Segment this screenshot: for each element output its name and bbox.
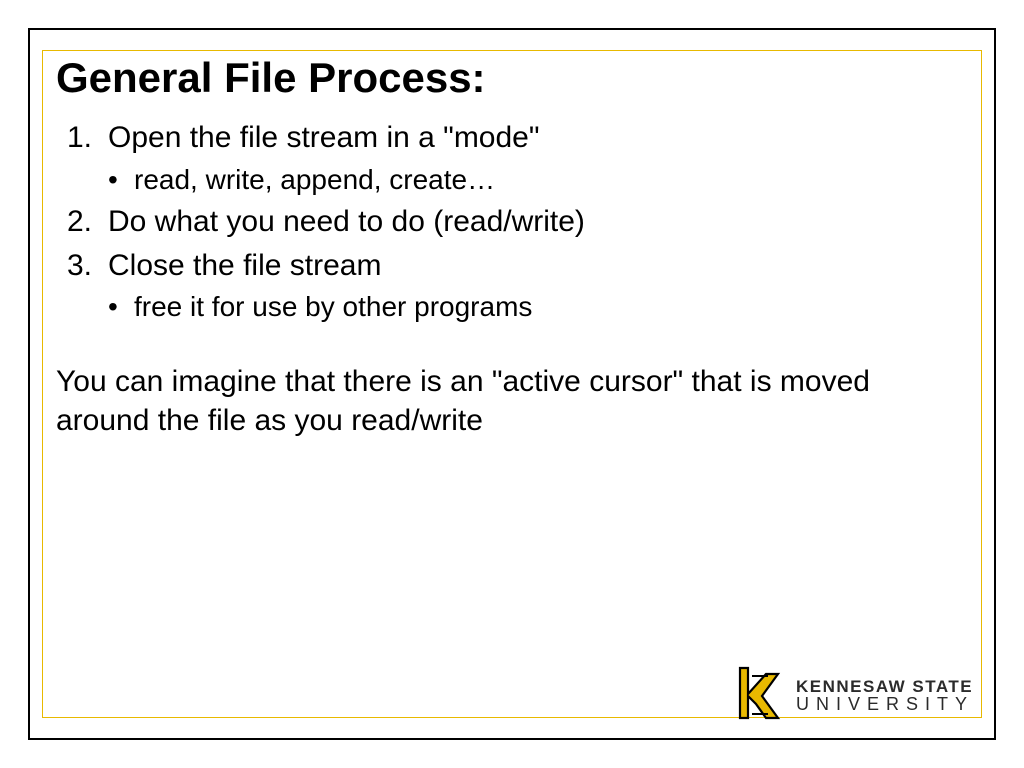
logo-line2: UNIVERSITY bbox=[796, 695, 974, 713]
university-logo: KENNESAW STATE UNIVERSITY bbox=[734, 666, 974, 724]
sub-list-item: • free it for use by other programs bbox=[108, 287, 968, 328]
bullet-icon: • bbox=[108, 287, 134, 328]
sub-list-text: read, write, append, create… bbox=[134, 160, 495, 201]
list-number: 2. bbox=[56, 200, 108, 244]
bullet-icon: • bbox=[108, 160, 134, 201]
list-text: Open the file stream in a "mode" bbox=[108, 116, 968, 160]
list-text: Do what you need to do (read/write) bbox=[108, 200, 968, 244]
list-number: 3. bbox=[56, 244, 108, 288]
list-item: 1. Open the file stream in a "mode" • re… bbox=[56, 116, 968, 200]
slide-paragraph: You can imagine that there is an "active… bbox=[56, 362, 968, 440]
logo-mark-icon bbox=[734, 666, 784, 724]
slide-content: General File Process: 1. Open the file s… bbox=[56, 54, 968, 714]
sub-list: • free it for use by other programs bbox=[108, 287, 968, 328]
sub-list: • read, write, append, create… bbox=[108, 160, 968, 201]
main-list: 1. Open the file stream in a "mode" • re… bbox=[56, 116, 968, 328]
list-item: 3. Close the file stream • free it for u… bbox=[56, 244, 968, 328]
list-text: Close the file stream bbox=[108, 244, 968, 288]
logo-line1: KENNESAW STATE bbox=[796, 678, 974, 695]
sub-list-text: free it for use by other programs bbox=[134, 287, 532, 328]
slide-title: General File Process: bbox=[56, 54, 968, 102]
sub-list-item: • read, write, append, create… bbox=[108, 160, 968, 201]
list-number: 1. bbox=[56, 116, 108, 160]
logo-text: KENNESAW STATE UNIVERSITY bbox=[796, 678, 974, 713]
list-item: 2. Do what you need to do (read/write) bbox=[56, 200, 968, 244]
